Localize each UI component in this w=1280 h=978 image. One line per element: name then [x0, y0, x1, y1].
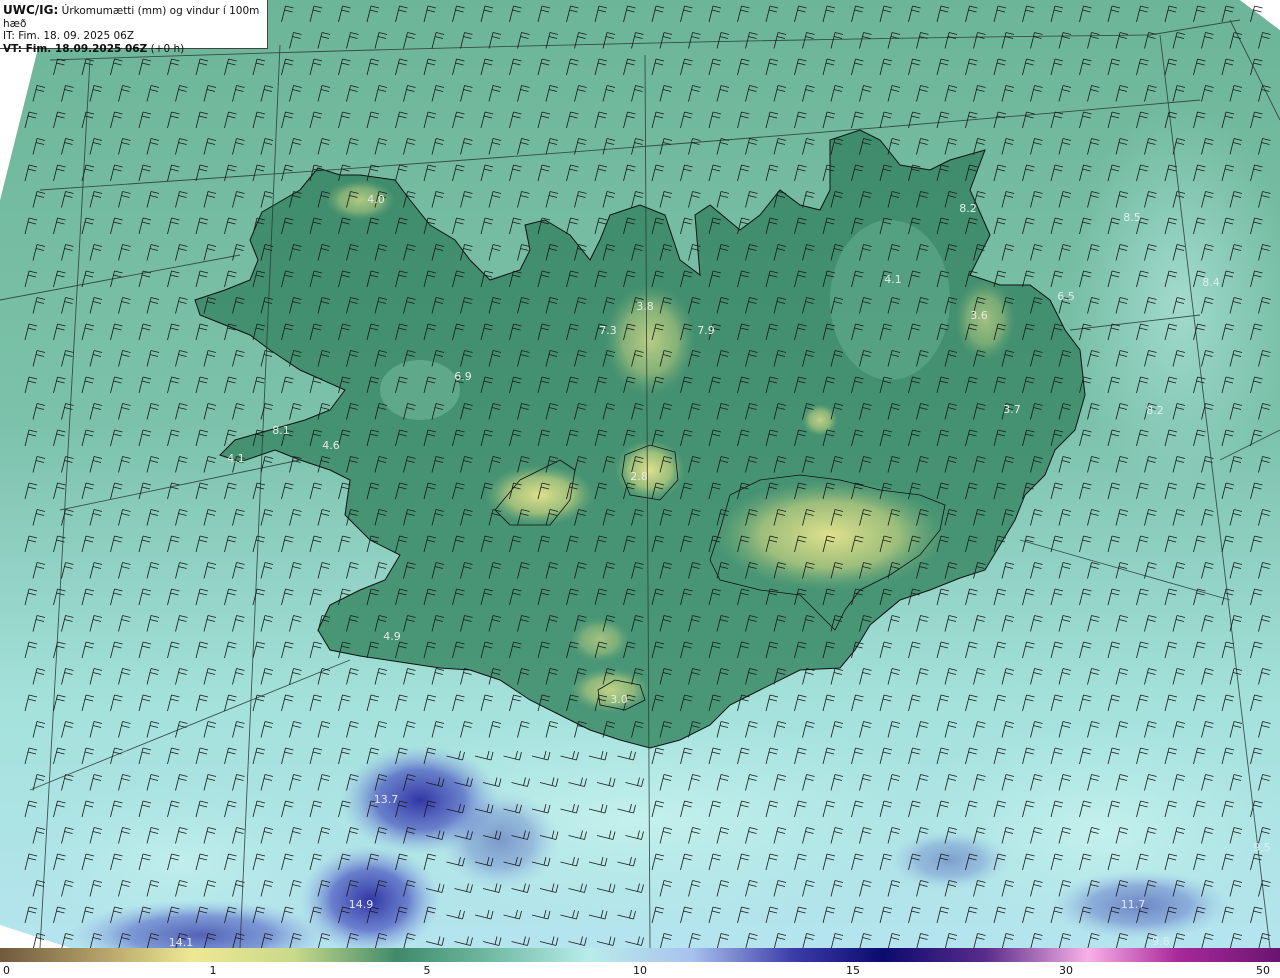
precip-value-label: 4.6 — [322, 439, 340, 452]
forecast-offset: (+0 h) — [150, 42, 185, 55]
precip-value-label: 14.1 — [169, 936, 194, 948]
model-label: UWC/IG: — [3, 3, 59, 17]
precip-value-label: 3.0 — [610, 693, 628, 706]
colorbar-tick-label: 50 — [1256, 964, 1270, 977]
colorbar-tick-label: 15 — [846, 964, 860, 977]
colorbar-strip — [0, 948, 1280, 962]
precip-value-label: 2.8 — [630, 470, 648, 483]
colorbar-tick-label: 1 — [209, 964, 217, 977]
colorbar-tick-label: 10 — [633, 964, 647, 977]
valid-time: VT: Fim. 18.09.2025 06Z — [3, 42, 148, 55]
precip-value-label: 13.7 — [374, 793, 399, 806]
precip-value-label: 8.1 — [272, 424, 290, 437]
precip-value-label: 8.2 — [959, 202, 977, 215]
precip-value-label: 4.1 — [227, 452, 245, 465]
precip-value-label: 7.9 — [697, 324, 715, 337]
colorbar: 0 1 5 10 15 30 50 — [0, 948, 1280, 978]
precip-value-label: 9.5 — [1253, 841, 1271, 854]
precip-value-label: 9.8 — [1152, 935, 1170, 948]
precip-value-label: 4.1 — [884, 273, 902, 286]
precip-value-label: 8.5 — [1123, 211, 1141, 224]
map-info-box: UWC/IG: Úrkomumætti (mm) og vindur í 100… — [0, 0, 268, 55]
precip-value-label: 11.7 — [1121, 898, 1146, 911]
precip-value-label: 8.2 — [1146, 404, 1164, 417]
colorbar-tick-label: 5 — [423, 964, 431, 977]
precipitation-map[interactable]: 4.0 3.8 7.3 7.9 4.1 3.6 8.2 8.5 8.4 6.5 3.7 8.2 8.1 4… — [0, 0, 1280, 948]
precip-value-label: 3.6 — [970, 309, 988, 322]
precip-value-label: 3.8 — [636, 300, 654, 313]
precip-value-label: 6.5 — [1057, 290, 1075, 303]
precip-value-label: 4.0 — [367, 193, 385, 206]
precip-value-label: 4.9 — [383, 630, 401, 643]
colorbar-tick-label: 30 — [1059, 964, 1073, 977]
precip-value-label: 7.3 — [599, 324, 617, 337]
init-time: IT: Fim. 18. 09. 2025 06Z — [3, 30, 135, 42]
precip-value-label: 3.7 — [1003, 403, 1021, 416]
precip-value-label: 6.9 — [454, 370, 472, 383]
colorbar-tick-label: 0 — [3, 964, 10, 977]
precip-value-label: 14.9 — [349, 898, 374, 911]
precip-value-label: 8.4 — [1202, 276, 1220, 289]
